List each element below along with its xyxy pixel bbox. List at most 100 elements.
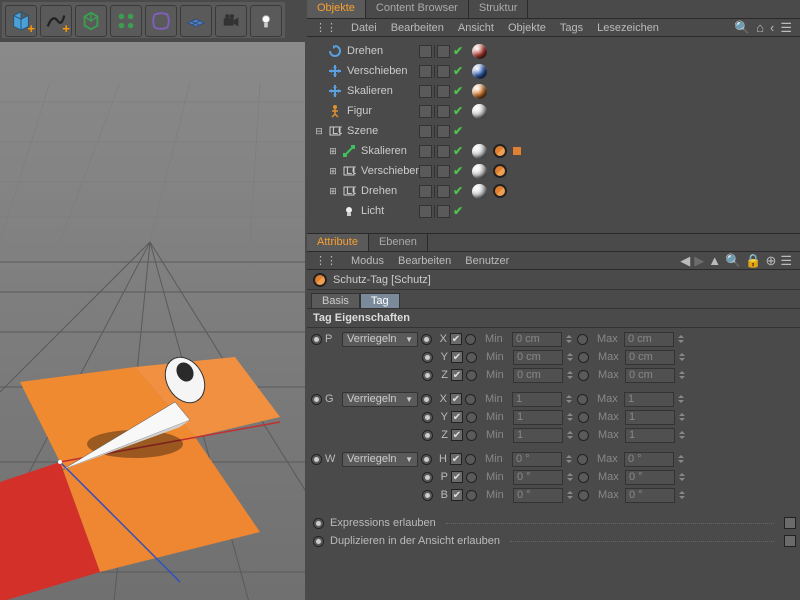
tree-row[interactable]: ⊟L0Szene✔ bbox=[307, 121, 800, 141]
group-radio[interactable] bbox=[311, 454, 322, 465]
menu-tags[interactable]: Tags bbox=[560, 22, 583, 34]
spinner[interactable] bbox=[678, 392, 686, 407]
layer-flag[interactable] bbox=[419, 185, 432, 198]
expand-icon[interactable]: ⊞ bbox=[327, 165, 339, 177]
axis-checkbox[interactable]: ✔ bbox=[451, 471, 463, 483]
spinner[interactable] bbox=[678, 452, 686, 467]
min-radio[interactable] bbox=[466, 412, 477, 423]
spinner[interactable] bbox=[567, 470, 575, 485]
spinner[interactable] bbox=[566, 452, 574, 467]
tree-row[interactable]: Skalieren✔ bbox=[307, 81, 800, 101]
new-icon[interactable]: ⊕ bbox=[765, 253, 776, 269]
menu-lesezeichen[interactable]: Lesezeichen bbox=[597, 22, 659, 34]
visibility-check-icon[interactable]: ✔ bbox=[452, 144, 464, 158]
min-radio[interactable] bbox=[466, 430, 477, 441]
spinner[interactable] bbox=[678, 332, 686, 347]
axis-checkbox[interactable]: ✔ bbox=[451, 429, 463, 441]
max-field[interactable]: 0 cm bbox=[625, 368, 675, 383]
axis-radio[interactable] bbox=[421, 334, 432, 345]
min-radio[interactable] bbox=[465, 334, 476, 345]
min-field[interactable]: 0 cm bbox=[512, 332, 562, 347]
cloner-tool[interactable] bbox=[110, 5, 142, 37]
menu-benutzer[interactable]: Benutzer bbox=[465, 255, 509, 267]
render-flag[interactable] bbox=[437, 105, 450, 118]
axis-radio[interactable] bbox=[421, 394, 432, 405]
tab-content-browser[interactable]: Content Browser bbox=[366, 0, 469, 18]
material-sphere-icon[interactable] bbox=[472, 164, 487, 179]
tab-attribute[interactable]: Attribute bbox=[307, 234, 369, 251]
min-field[interactable]: 0 cm bbox=[513, 350, 563, 365]
tree-row[interactable]: Licht✔ bbox=[307, 201, 800, 221]
spinner[interactable] bbox=[567, 410, 575, 425]
max-radio[interactable] bbox=[577, 334, 588, 345]
spinner[interactable] bbox=[567, 350, 575, 365]
render-flag[interactable] bbox=[437, 185, 450, 198]
visibility-check-icon[interactable]: ✔ bbox=[452, 44, 464, 58]
max-field[interactable]: 0 ° bbox=[625, 470, 675, 485]
max-radio[interactable] bbox=[577, 394, 588, 405]
tab-ebenen[interactable]: Ebenen bbox=[369, 234, 428, 251]
visibility-check-icon[interactable]: ✔ bbox=[452, 64, 464, 78]
light-tool[interactable] bbox=[250, 5, 282, 37]
material-sphere-icon[interactable] bbox=[472, 44, 487, 59]
axis-radio[interactable] bbox=[422, 430, 433, 441]
render-flag[interactable] bbox=[437, 45, 450, 58]
tree-row[interactable]: Figur✔ bbox=[307, 101, 800, 121]
group-radio[interactable] bbox=[311, 394, 322, 405]
lock-dropdown[interactable]: Verriegeln▼ bbox=[342, 332, 418, 347]
axis-radio[interactable] bbox=[422, 490, 433, 501]
visibility-check-icon[interactable]: ✔ bbox=[452, 164, 464, 178]
spinner[interactable] bbox=[679, 368, 687, 383]
spinner[interactable] bbox=[679, 470, 687, 485]
spinner[interactable] bbox=[566, 332, 574, 347]
tree-row[interactable]: ⊞L0Drehen✔ bbox=[307, 181, 800, 201]
spinner[interactable] bbox=[679, 428, 687, 443]
layer-flag[interactable] bbox=[419, 65, 432, 78]
protection-tag-icon[interactable] bbox=[490, 181, 510, 201]
lock-dropdown[interactable]: Verriegeln▼ bbox=[342, 452, 418, 467]
grip-icon[interactable]: ⋮⋮ bbox=[315, 21, 337, 34]
layer-flag[interactable] bbox=[419, 105, 432, 118]
axis-radio[interactable] bbox=[422, 370, 433, 381]
max-field[interactable]: 1 bbox=[624, 392, 674, 407]
up-icon[interactable]: ▲ bbox=[708, 253, 721, 269]
axis-radio[interactable] bbox=[421, 454, 432, 465]
min-field[interactable]: 1 bbox=[513, 410, 563, 425]
expand-icon[interactable]: ⊞ bbox=[327, 145, 339, 157]
nav-left-icon[interactable]: ◀ bbox=[680, 253, 690, 269]
spinner[interactable] bbox=[679, 350, 687, 365]
menu-toggle-icon[interactable]: ☰ bbox=[780, 253, 792, 269]
generator-tool[interactable] bbox=[75, 5, 107, 37]
layer-flag[interactable] bbox=[419, 205, 432, 218]
visibility-check-icon[interactable]: ✔ bbox=[452, 204, 464, 218]
group-radio[interactable] bbox=[311, 334, 322, 345]
render-flag[interactable] bbox=[437, 145, 450, 158]
visibility-check-icon[interactable]: ✔ bbox=[452, 84, 464, 98]
lock-icon[interactable]: 🔒 bbox=[745, 253, 761, 269]
visibility-check-icon[interactable]: ✔ bbox=[452, 184, 464, 198]
min-field[interactable]: 0 ° bbox=[513, 470, 563, 485]
3d-viewport[interactable] bbox=[0, 42, 305, 600]
max-radio[interactable] bbox=[578, 352, 589, 363]
min-field[interactable]: 0 ° bbox=[512, 452, 562, 467]
collapse-icon[interactable]: ⊟ bbox=[313, 125, 325, 137]
axis-radio[interactable] bbox=[422, 472, 433, 483]
protection-tag-icon[interactable] bbox=[490, 141, 510, 161]
camera-tool[interactable] bbox=[215, 5, 247, 37]
search-icon[interactable]: 🔍 bbox=[725, 253, 741, 269]
axis-checkbox[interactable]: ✔ bbox=[451, 369, 463, 381]
menu-toggle-icon[interactable]: ☰ bbox=[780, 20, 792, 36]
layer-flag[interactable] bbox=[419, 165, 432, 178]
tab-struktur[interactable]: Struktur bbox=[469, 0, 529, 18]
spinner[interactable] bbox=[679, 488, 687, 503]
layer-flag[interactable] bbox=[419, 125, 432, 138]
min-field[interactable]: 1 bbox=[512, 392, 562, 407]
material-sphere-icon[interactable] bbox=[472, 184, 487, 199]
spinner[interactable] bbox=[679, 410, 687, 425]
spinner[interactable] bbox=[567, 428, 575, 443]
max-field[interactable]: 1 bbox=[625, 410, 675, 425]
max-field[interactable]: 0 cm bbox=[625, 350, 675, 365]
floor-tool[interactable] bbox=[180, 5, 212, 37]
min-field[interactable]: 1 bbox=[513, 428, 563, 443]
tree-row[interactable]: Verschieben✔ bbox=[307, 61, 800, 81]
